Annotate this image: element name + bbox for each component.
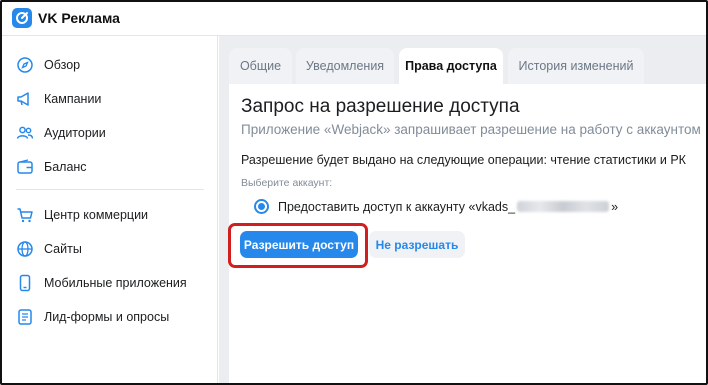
sidebar-item-label: Лид-формы и опросы	[44, 310, 170, 324]
allow-access-button[interactable]: Разрешить доступ	[240, 231, 358, 258]
globe-icon	[16, 240, 34, 258]
sidebar-item-label: Обзор	[44, 58, 81, 72]
sidebar-divider	[16, 189, 204, 190]
sidebar: Обзор Кампании Аудитории Баланс Центр ко…	[2, 36, 218, 383]
tab-general[interactable]: Общие	[229, 48, 292, 84]
deny-access-button[interactable]: Не разрешать	[369, 231, 465, 258]
request-subtitle: Приложение «Webjack» запрашивает разреше…	[241, 122, 701, 137]
cart-icon	[16, 206, 34, 224]
redacted-account-id	[517, 201, 610, 212]
tab-change-history[interactable]: История изменений	[508, 48, 644, 84]
tab-access-rights[interactable]: Права доступа	[399, 48, 503, 84]
mobile-icon	[16, 274, 34, 292]
account-option-suffix: »	[611, 200, 619, 214]
compass-icon	[16, 56, 34, 74]
page-title: Запрос на разрешение доступа	[241, 96, 520, 117]
sidebar-item-mobile-apps[interactable]: Мобильные приложения	[2, 266, 218, 300]
sidebar-item-label: Кампании	[44, 92, 102, 106]
users-icon	[16, 124, 34, 142]
select-account-label: Выберите аккаунт:	[241, 177, 333, 189]
form-icon	[16, 308, 34, 326]
operations-text: Разрешение будет выдано на следующие опе…	[241, 153, 686, 167]
sidebar-item-campaigns[interactable]: Кампании	[2, 82, 218, 116]
sidebar-item-overview[interactable]: Обзор	[2, 48, 218, 82]
account-radio[interactable]	[254, 199, 269, 214]
sidebar-item-audiences[interactable]: Аудитории	[2, 116, 218, 150]
top-bar: VK Реклама	[2, 2, 706, 36]
sidebar-item-label: Центр коммерции	[44, 208, 149, 222]
app-window: VK Реклама Обзор Кампании Аудитории Бала…	[0, 0, 708, 385]
wallet-icon	[16, 158, 34, 176]
account-option-prefix: Предоставить доступ к аккаунту «vkads_	[278, 200, 516, 214]
sidebar-item-label: Баланс	[44, 160, 87, 174]
sidebar-item-label: Аудитории	[44, 126, 106, 140]
sidebar-item-balance[interactable]: Баланс	[2, 150, 218, 184]
sidebar-item-lead-forms[interactable]: Лид-формы и опросы	[2, 300, 218, 334]
vk-ads-logo-icon[interactable]	[12, 8, 32, 28]
account-option-label[interactable]: Предоставить доступ к аккаунту «vkads_ »	[278, 200, 618, 214]
tab-notifications[interactable]: Уведомления	[296, 48, 394, 84]
sidebar-item-commerce-center[interactable]: Центр коммерции	[2, 198, 218, 232]
sidebar-item-sites[interactable]: Сайты	[2, 232, 218, 266]
brand-name: VK Реклама	[38, 10, 120, 26]
sidebar-item-label: Мобильные приложения	[44, 276, 187, 290]
main-content: Общие Уведомления Права доступа История …	[219, 36, 706, 383]
megaphone-icon	[16, 90, 34, 108]
sidebar-item-label: Сайты	[44, 242, 82, 256]
